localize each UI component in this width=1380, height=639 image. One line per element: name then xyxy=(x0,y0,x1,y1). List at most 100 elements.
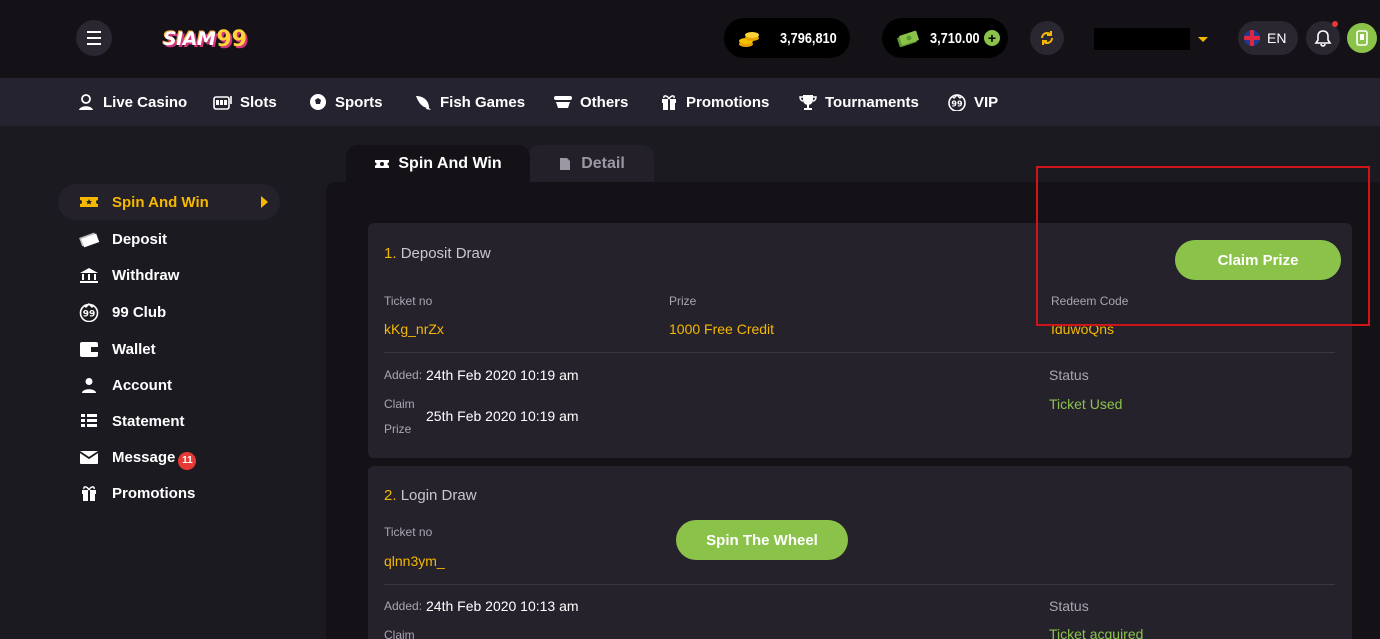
nav-fish-games[interactable]: Fish Games xyxy=(413,78,525,126)
tab-spin-and-win[interactable]: Spin And Win xyxy=(346,145,530,183)
draw-number: 2. xyxy=(384,487,397,504)
added-date: 24th Feb 2020 10:19 am xyxy=(426,367,579,383)
cash-icon xyxy=(894,27,922,49)
refresh-button[interactable] xyxy=(1030,21,1064,55)
nav-tournaments[interactable]: Tournaments xyxy=(798,78,919,126)
divider xyxy=(384,584,1335,585)
ticket-number: qlnn3ym_ xyxy=(384,553,445,569)
prize-sub-label: Prize xyxy=(384,422,412,436)
ticket-label: Ticket no xyxy=(384,294,433,308)
claim-label: Claim xyxy=(384,397,415,411)
site-logo[interactable]: SIAM 99 xyxy=(163,23,247,55)
sidebar-item-label: Account xyxy=(112,376,172,394)
nav-slots[interactable]: Slots xyxy=(213,78,277,126)
sidebar-item-label: Promotions xyxy=(112,484,196,502)
tab-detail[interactable]: Detail xyxy=(528,145,654,183)
sidebar-item-99-club[interactable]: 99 99 Club xyxy=(58,294,280,330)
hamburger-icon xyxy=(87,29,101,47)
dealer-icon xyxy=(76,93,96,111)
logo-number: 99 xyxy=(216,26,247,52)
draw-number: 1. xyxy=(384,245,397,262)
status-value: Ticket acquired xyxy=(1049,626,1144,639)
claim-date: 25th Feb 2020 10:19 am xyxy=(426,408,579,424)
language-selector[interactable]: EN xyxy=(1238,21,1298,55)
nav-others[interactable]: Others xyxy=(553,78,628,126)
cash-balance-pill[interactable]: 3,710.00 + xyxy=(882,18,1008,58)
trophy-icon xyxy=(798,93,818,111)
nav-label: Fish Games xyxy=(440,93,526,111)
draw-name: Deposit Draw xyxy=(400,245,491,262)
main-nav: Live Casino Slots Sports Fish Games Othe… xyxy=(0,78,1380,126)
nav-label: Others xyxy=(580,93,629,111)
sidebar-item-message[interactable]: Message 11 xyxy=(58,439,280,475)
sidebar-item-label: Statement xyxy=(112,412,185,430)
nav-label: Tournaments xyxy=(825,93,919,111)
nav-promotions[interactable]: Promotions xyxy=(659,78,769,126)
sidebar-item-deposit[interactable]: Deposit xyxy=(58,221,280,257)
prize-value: 1000 Free Credit xyxy=(669,321,775,337)
logo-text: SIAM xyxy=(163,28,216,50)
stack-icon xyxy=(553,93,573,111)
ticket-label: Ticket no xyxy=(384,525,433,539)
nav-vip[interactable]: 99 VIP xyxy=(947,78,998,126)
caret-right-icon xyxy=(261,196,268,208)
bank-icon xyxy=(78,265,100,285)
vip-99-icon: 99 xyxy=(947,93,967,111)
cash-icon xyxy=(78,229,100,249)
phone-icon xyxy=(1356,30,1368,46)
spin-the-wheel-button[interactable]: Spin The Wheel xyxy=(676,520,848,560)
added-label: Added: xyxy=(384,599,423,613)
draw-name: Login Draw xyxy=(400,487,477,504)
bell-icon xyxy=(1314,30,1332,47)
refresh-icon xyxy=(1041,31,1053,45)
soccer-ball-icon xyxy=(308,93,328,111)
mobile-app-button[interactable] xyxy=(1347,23,1377,53)
sidebar-item-statement[interactable]: Statement xyxy=(58,403,280,439)
top-bar: SIAM 99 3,796,810 3,710.00 + EN xyxy=(0,0,1380,78)
nav-label: Promotions xyxy=(686,93,770,111)
sidebar-item-label: Spin And Win xyxy=(112,193,209,211)
redeem-code-label: Redeem Code xyxy=(1051,294,1129,308)
chevron-down-icon[interactable] xyxy=(1198,37,1208,42)
svg-text:99: 99 xyxy=(951,100,963,109)
svg-text:99: 99 xyxy=(83,310,96,320)
ticket-icon xyxy=(374,157,390,171)
sidebar-item-withdraw[interactable]: Withdraw xyxy=(58,257,280,293)
draw-title: 2. Login Draw xyxy=(384,487,477,504)
wallet-icon xyxy=(78,339,100,359)
nav-label: VIP xyxy=(974,93,999,111)
sidebar-item-spin-and-win[interactable]: Spin And Win xyxy=(58,184,280,220)
username-field[interactable] xyxy=(1094,28,1190,50)
gold-balance-pill[interactable]: 3,796,810 xyxy=(724,18,850,58)
sidebar-item-label: Withdraw xyxy=(112,266,180,284)
ticket-number: kKg_nrZx xyxy=(384,321,444,337)
gift-icon xyxy=(78,483,100,503)
ticket-icon xyxy=(78,192,100,212)
menu-button[interactable] xyxy=(76,20,112,56)
sidebar-item-wallet[interactable]: Wallet xyxy=(58,331,280,367)
divider xyxy=(384,352,1335,353)
nav-live-casino[interactable]: Live Casino xyxy=(76,78,187,126)
sidebar-item-promotions[interactable]: Promotions xyxy=(58,475,280,511)
nav-sports[interactable]: Sports xyxy=(308,78,383,126)
status-label: Status xyxy=(1049,598,1089,614)
nav-label: Slots xyxy=(240,93,277,111)
tab-label: Detail xyxy=(581,155,625,172)
prize-label: Prize xyxy=(669,294,697,308)
gold-balance-value: 3,796,810 xyxy=(780,29,837,47)
redeem-code-value: IduwoQns xyxy=(1051,321,1115,337)
club-99-icon: 99 xyxy=(78,302,100,322)
claim-prize-button[interactable]: Claim Prize xyxy=(1175,240,1341,280)
sidebar-item-account[interactable]: Account xyxy=(58,367,280,403)
message-count-badge: 11 xyxy=(178,452,197,470)
envelope-icon xyxy=(78,447,100,467)
notification-dot xyxy=(1332,21,1338,27)
nav-label: Live Casino xyxy=(103,93,188,111)
status-label: Status xyxy=(1049,367,1089,383)
added-date: 24th Feb 2020 10:13 am xyxy=(426,598,579,614)
status-value: Ticket Used xyxy=(1049,396,1123,412)
draw-card-deposit: 1. Deposit Draw Claim Prize Ticket no kK… xyxy=(368,223,1352,458)
language-code: EN xyxy=(1267,30,1287,46)
add-funds-icon[interactable]: + xyxy=(984,30,1000,46)
user-icon xyxy=(78,375,100,395)
